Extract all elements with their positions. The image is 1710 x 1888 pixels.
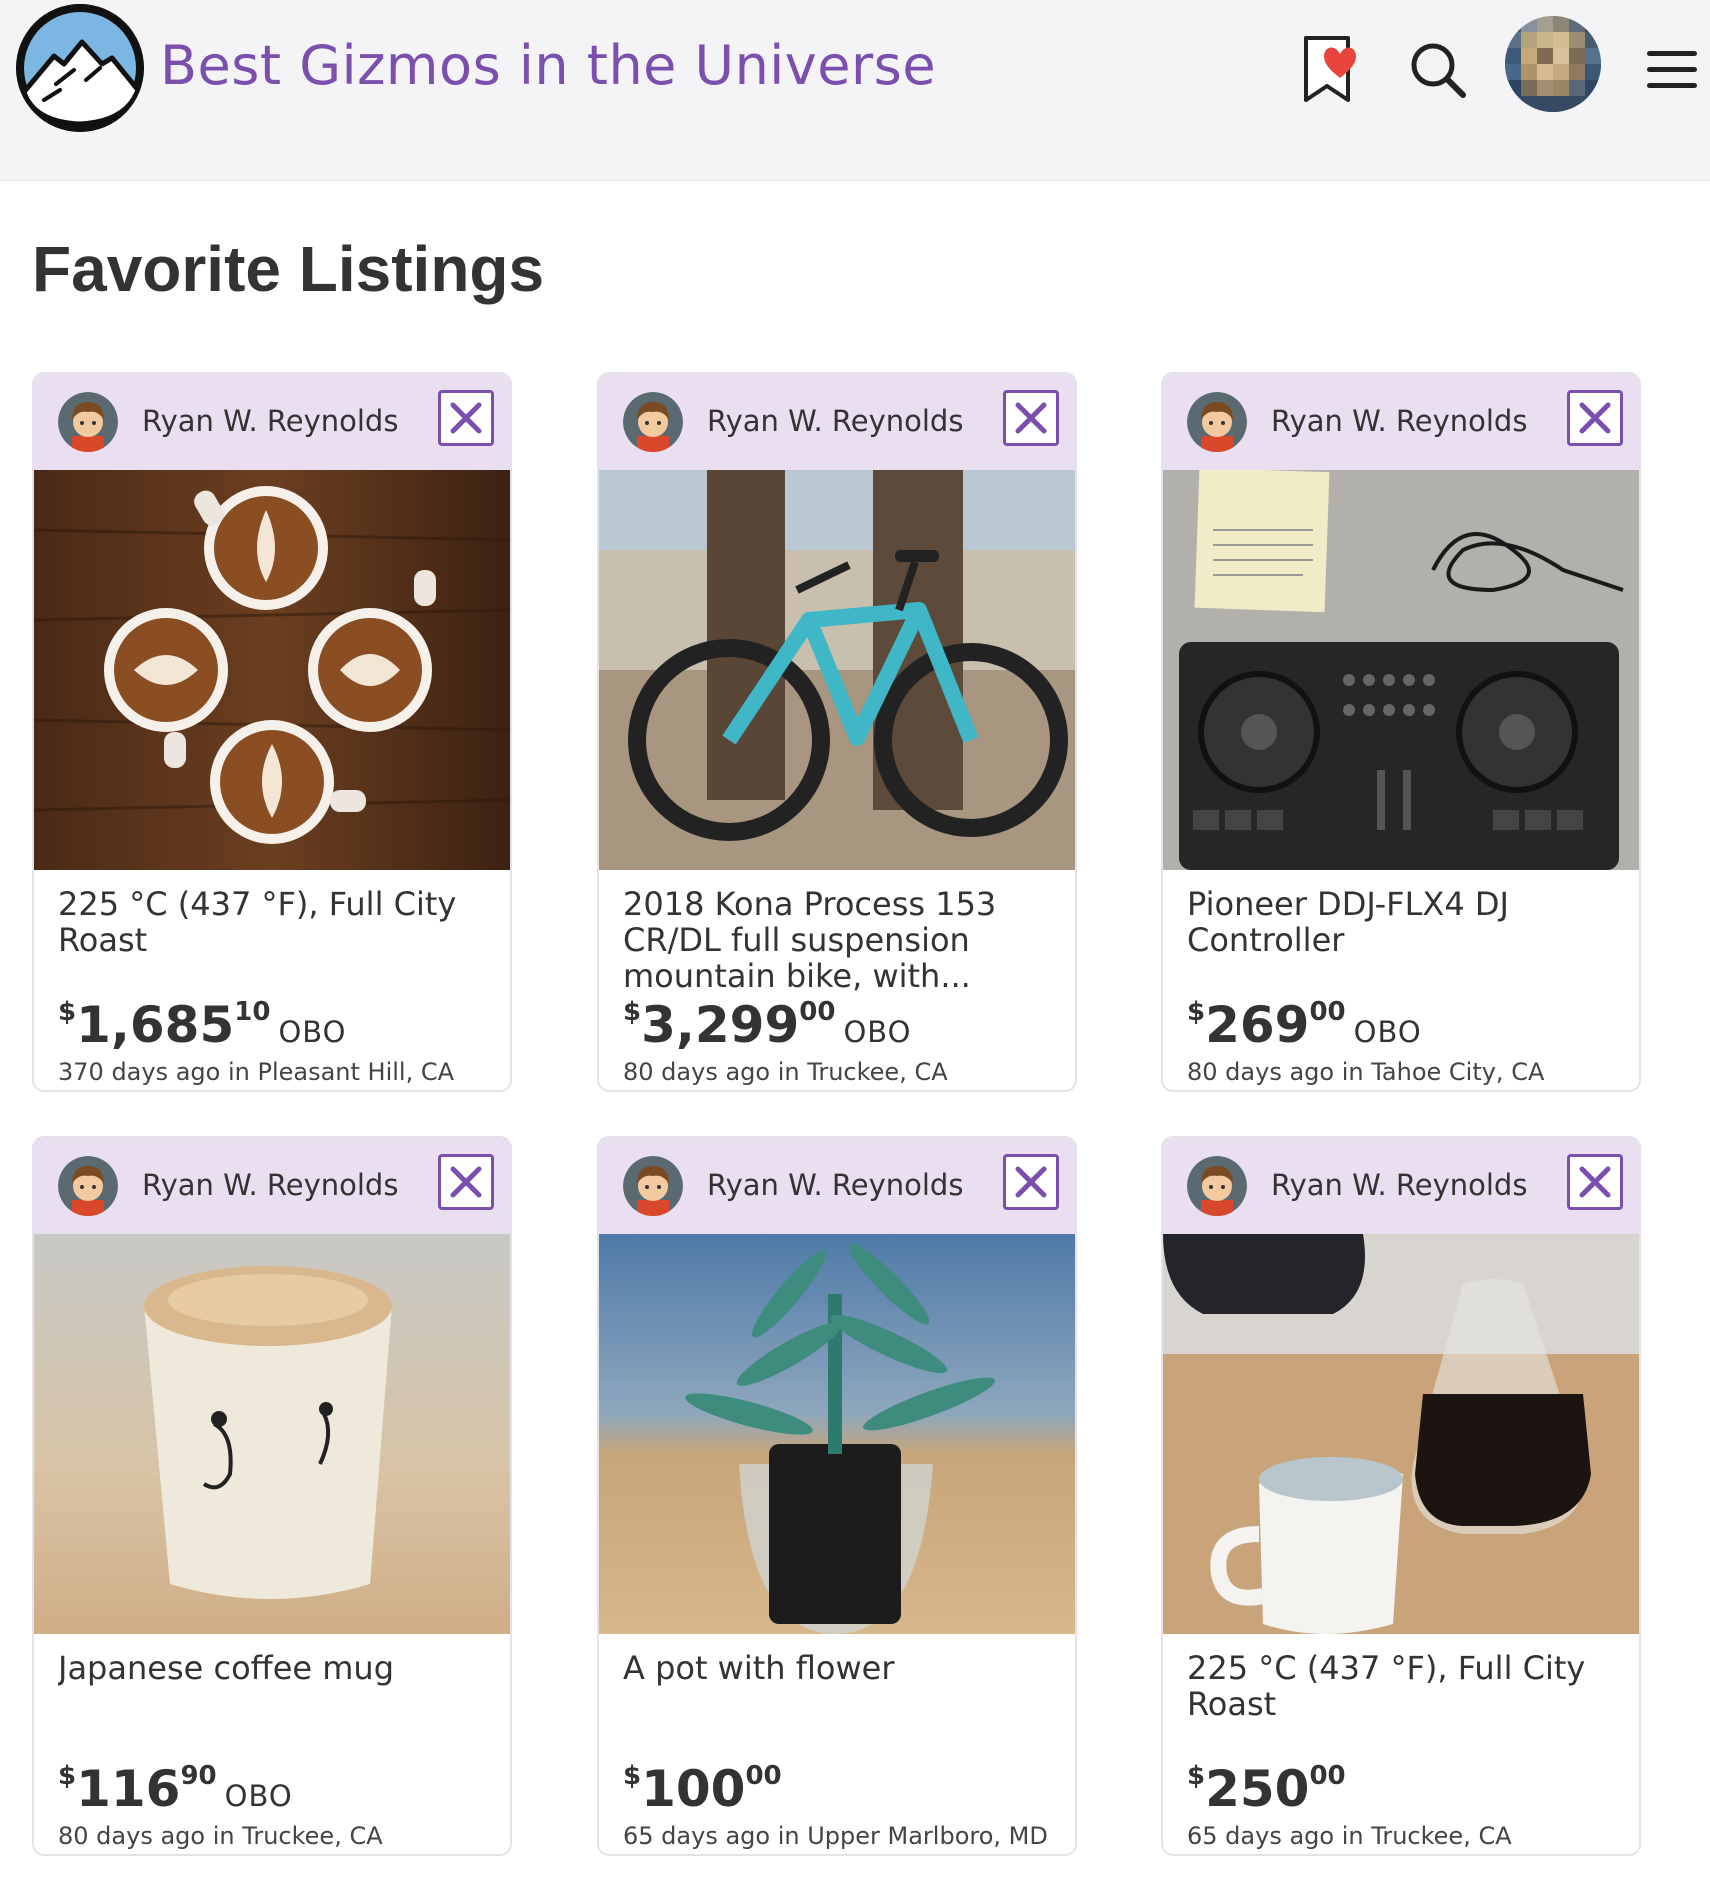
listing-card[interactable]: Ryan W. Reynolds 225 °C (437 °F), Full C… xyxy=(1161,1136,1641,1856)
price-cents: 10 xyxy=(234,997,271,1027)
card-header: Ryan W. Reynolds xyxy=(599,374,1075,470)
card-header: Ryan W. Reynolds xyxy=(34,374,510,470)
listing-card[interactable]: Ryan W. Reynolds A pot with flower $1000… xyxy=(597,1136,1077,1856)
listing-price: $11690OBO xyxy=(58,1760,293,1818)
listing-meta: 80 days ago in Truckee, CA xyxy=(623,1058,948,1086)
obo-label: OBO xyxy=(278,1015,347,1049)
price-cents: 90 xyxy=(180,1761,217,1791)
price-currency: $ xyxy=(623,1761,642,1791)
listing-meta: 370 days ago in Pleasant Hill, CA xyxy=(58,1058,455,1086)
listing-image[interactable] xyxy=(1163,1234,1639,1634)
price-dollars: 116 xyxy=(76,1760,181,1818)
listing-card[interactable]: Ryan W. Reynolds Japanese coffee mug $11… xyxy=(32,1136,512,1856)
listing-card[interactable]: Ryan W. Reynolds 2018 Kona Process 153 C… xyxy=(597,372,1077,1092)
card-header: Ryan W. Reynolds xyxy=(599,1138,1075,1234)
listing-title[interactable]: 2018 Kona Process 153 CR/DL full suspens… xyxy=(623,886,1053,994)
price-currency: $ xyxy=(58,997,77,1027)
price-currency: $ xyxy=(623,997,642,1027)
listing-image[interactable] xyxy=(599,1234,1075,1634)
listing-price: $25000 xyxy=(1187,1760,1346,1818)
close-icon xyxy=(1579,1166,1611,1198)
price-cents: 00 xyxy=(745,1761,782,1791)
seller-avatar[interactable] xyxy=(58,392,118,452)
seller-avatar[interactable] xyxy=(623,1156,683,1216)
remove-favorite-button[interactable] xyxy=(1567,390,1623,446)
seller-name[interactable]: Ryan W. Reynolds xyxy=(1271,404,1527,438)
listing-price: $10000 xyxy=(623,1760,782,1818)
remove-favorite-button[interactable] xyxy=(1003,390,1059,446)
seller-name[interactable]: Ryan W. Reynolds xyxy=(1271,1168,1527,1202)
seller-avatar[interactable] xyxy=(1187,1156,1247,1216)
card-header: Ryan W. Reynolds xyxy=(1163,1138,1639,1234)
close-icon xyxy=(450,402,482,434)
listing-card[interactable]: Ryan W. Reynolds 225 °C (437 °F), Full C… xyxy=(32,372,512,1092)
user-avatar[interactable] xyxy=(1505,16,1601,112)
seller-avatar[interactable] xyxy=(623,392,683,452)
listing-image[interactable] xyxy=(34,470,510,870)
price-currency: $ xyxy=(1187,1761,1206,1791)
listing-title[interactable]: 225 °C (437 °F), Full City Roast xyxy=(1187,1650,1617,1722)
card-header: Ryan W. Reynolds xyxy=(1163,374,1639,470)
close-icon xyxy=(1015,402,1047,434)
listing-card[interactable]: Ryan W. Reynolds Pioneer DDJ-FLX4 DJ Con… xyxy=(1161,372,1641,1092)
listing-image[interactable] xyxy=(599,470,1075,870)
obo-label: OBO xyxy=(843,1015,912,1049)
listing-meta: 65 days ago in Truckee, CA xyxy=(1187,1822,1512,1850)
remove-favorite-button[interactable] xyxy=(438,390,494,446)
close-icon xyxy=(450,1166,482,1198)
search-icon[interactable] xyxy=(1408,40,1468,100)
page-title: Favorite Listings xyxy=(32,233,545,305)
listing-title[interactable]: A pot with flower xyxy=(623,1650,1053,1686)
seller-name[interactable]: Ryan W. Reynolds xyxy=(142,1168,398,1202)
close-icon xyxy=(1579,402,1611,434)
price-dollars: 1,685 xyxy=(76,996,235,1054)
price-dollars: 100 xyxy=(641,1760,746,1818)
price-cents: 00 xyxy=(799,997,836,1027)
close-icon xyxy=(1015,1166,1047,1198)
remove-favorite-button[interactable] xyxy=(438,1154,494,1210)
card-header: Ryan W. Reynolds xyxy=(34,1138,510,1234)
obo-label: OBO xyxy=(1353,1015,1422,1049)
listing-image[interactable] xyxy=(1163,470,1639,870)
seller-name[interactable]: Ryan W. Reynolds xyxy=(142,404,398,438)
seller-name[interactable]: Ryan W. Reynolds xyxy=(707,1168,963,1202)
listing-title[interactable]: Pioneer DDJ-FLX4 DJ Controller xyxy=(1187,886,1617,958)
price-cents: 00 xyxy=(1309,1761,1346,1791)
price-dollars: 3,299 xyxy=(641,996,800,1054)
price-currency: $ xyxy=(58,1761,77,1791)
seller-avatar[interactable] xyxy=(1187,392,1247,452)
listing-title[interactable]: 225 °C (437 °F), Full City Roast xyxy=(58,886,488,958)
listing-price: $1,68510OBO xyxy=(58,996,346,1054)
price-dollars: 250 xyxy=(1205,1760,1310,1818)
price-cents: 00 xyxy=(1309,997,1346,1027)
hamburger-menu-icon[interactable] xyxy=(1645,48,1699,92)
top-header: Best Gizmos in the Universe xyxy=(0,0,1710,181)
mountain-logo-icon[interactable] xyxy=(16,4,144,132)
price-dollars: 269 xyxy=(1205,996,1310,1054)
seller-avatar[interactable] xyxy=(58,1156,118,1216)
price-currency: $ xyxy=(1187,997,1206,1027)
seller-name[interactable]: Ryan W. Reynolds xyxy=(707,404,963,438)
listing-price: $26900OBO xyxy=(1187,996,1422,1054)
site-title[interactable]: Best Gizmos in the Universe xyxy=(160,34,936,97)
listing-meta: 80 days ago in Truckee, CA xyxy=(58,1822,383,1850)
bookmark-heart-icon[interactable] xyxy=(1300,34,1360,106)
listing-image[interactable] xyxy=(34,1234,510,1634)
listing-meta: 80 days ago in Tahoe City, CA xyxy=(1187,1058,1545,1086)
listing-meta: 65 days ago in Upper Marlboro, MD xyxy=(623,1822,1048,1850)
remove-favorite-button[interactable] xyxy=(1567,1154,1623,1210)
remove-favorite-button[interactable] xyxy=(1003,1154,1059,1210)
listing-price: $3,29900OBO xyxy=(623,996,911,1054)
obo-label: OBO xyxy=(224,1779,293,1813)
listing-title[interactable]: Japanese coffee mug xyxy=(58,1650,488,1686)
